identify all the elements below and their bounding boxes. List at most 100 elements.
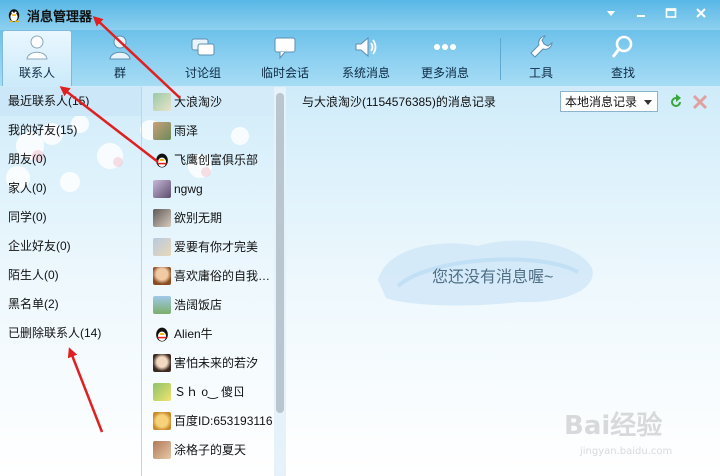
contact-item[interactable]: 害怕未来的若汐 [143,348,274,377]
category-item[interactable]: 企业好友(0) [0,232,141,261]
search-icon [611,35,633,58]
contact-item[interactable]: 涂格子的夏天 [143,435,274,464]
close-icon [696,8,706,18]
speaker-icon [355,36,377,58]
avatar [153,237,171,256]
avatar [153,411,171,430]
contact-name: 欲别无期 [174,211,223,225]
message-source-value: 本地消息记录 [565,95,638,109]
toolbar-divider [500,38,501,80]
chevron-down-icon [644,99,652,105]
minimize-button[interactable] [628,3,654,23]
maximize-button[interactable] [658,3,684,23]
contact-name: 喜欢庸俗的自我陶… [174,269,274,283]
temp-chat-icon [274,37,296,60]
category-item[interactable]: 同学(0) [0,203,141,232]
empty-messages-text: 您还没有消息喔~ [432,269,554,286]
delete-icon[interactable] [691,93,709,111]
contact-name: 飞鹰创富俱乐部 [174,153,259,167]
tab-temp-chat[interactable]: 临时会话 [252,30,318,86]
qq-penguin-icon [156,327,168,342]
contact-item[interactable]: 欲别无期 [143,203,274,232]
search-button[interactable]: 查找 [596,30,650,86]
contact-item[interactable]: Ｓｈ о‿ 傻ㄖ [143,377,274,406]
window-controls [598,3,714,23]
contact-name: 涂格子的夏天 [174,443,247,457]
minimize-icon [637,15,645,17]
dropdown-menu-button[interactable] [598,3,624,23]
message-manager-window: 消息管理器 联系人 群 讨论组 临时会话 系统消息 更多消息 工具 查找 最近联… [0,0,720,476]
contact-item[interactable]: 大浪淘沙 [143,87,274,116]
contact-name: Ｓｈ о‿ 傻ㄖ [174,385,245,399]
tab-more-messages[interactable]: 更多消息 [414,30,476,86]
contact-item[interactable]: 雨泽 [143,116,274,145]
avatar [153,353,171,372]
contact-item[interactable]: 爱要有你才完美 [143,232,274,261]
contacts-icon [26,35,48,60]
category-item[interactable]: 家人(0) [0,174,141,203]
title-group: 消息管理器 [6,6,92,24]
scrollbar-thumb[interactable] [276,93,284,413]
maximize-icon [665,8,677,18]
avatar [153,266,171,285]
contact-item[interactable]: 喜欢庸俗的自我陶… [143,261,274,290]
tab-more-messages-label: 更多消息 [420,66,469,80]
contact-item[interactable]: 浩阔饭店 [143,290,274,319]
contact-name: Alien牛 [174,327,213,341]
refresh-icon[interactable] [667,93,685,111]
contact-name: 爱要有你才完美 [174,240,259,254]
qq-penguin-icon [8,9,20,23]
title-bar: 消息管理器 [0,0,720,30]
contact-name: 大浪淘沙 [174,95,223,109]
contact-name: 雨泽 [174,124,199,138]
tab-group-label: 群 [113,66,126,80]
contact-item[interactable]: 百度ID:653193116 [143,406,274,435]
tab-contacts-label: 联系人 [18,66,55,80]
contact-item[interactable]: Alien牛 [143,319,274,348]
watermark-subtext: jingyan.baidu.com [579,446,672,457]
avatar [153,208,171,227]
category-item[interactable]: 我的好友(15) [0,116,141,145]
tab-group[interactable]: 群 [92,30,148,86]
tab-discussion-label: 讨论组 [184,66,221,80]
category-item[interactable]: 最近联系人(15) [0,87,141,116]
contact-name: ngwg [174,181,203,196]
category-item[interactable]: 陌生人(0) [0,261,141,290]
contact-name: 百度ID:653193116 [174,414,273,428]
discussion-icon [191,38,215,56]
avatar [153,382,171,401]
contact-category-list: 最近联系人(15) 我的好友(15) 朋友(0) 家人(0) 同学(0) 企业好… [0,87,142,476]
contact-item[interactable]: ngwg [143,174,274,203]
qq-penguin-icon [156,153,168,168]
message-record-header: 与大浪淘沙(1154576385)的消息记录 [302,95,496,109]
wrench-icon [530,35,553,58]
message-source-select[interactable]: 本地消息记录 [560,91,658,112]
more-icon [434,44,456,50]
window-title: 消息管理器 [27,8,93,24]
main-toolbar: 联系人 群 讨论组 临时会话 系统消息 更多消息 工具 查找 [0,30,720,86]
watermark-text: Bai经验 [564,410,662,441]
contact-item[interactable]: 飞鹰创富俱乐部 [143,145,274,174]
avatar [153,295,171,314]
category-item[interactable]: 黑名单(2) [0,290,141,319]
contact-name: 浩阔饭店 [174,298,223,312]
tools-label: 工具 [528,66,553,80]
triangle-down-icon [607,11,615,16]
category-item[interactable]: 已删除联系人(14) [0,319,141,348]
baidu-watermark-logo: Bai经验 jingyan.baidu.com [564,410,672,457]
tab-contacts[interactable]: 联系人 [2,30,72,86]
contact-list-scrollbar[interactable] [274,87,286,476]
avatar [153,92,171,111]
search-label: 查找 [610,66,635,80]
category-item[interactable]: 朋友(0) [0,145,141,174]
group-icon [109,35,131,60]
contact-list: 大浪淘沙 雨泽 飞鹰创富俱乐部 ngwg 欲别无期 爱要有你才完美 喜欢庸俗的自… [143,87,274,476]
tab-temp-chat-label: 临时会话 [260,66,309,80]
tab-system-messages-label: 系统消息 [341,66,390,80]
contact-name: 害怕未来的若汐 [174,356,259,370]
close-button[interactable] [688,3,714,23]
tab-system-messages[interactable]: 系统消息 [336,30,396,86]
avatar [153,121,171,140]
tab-discussion[interactable]: 讨论组 [175,30,231,86]
tools-button[interactable]: 工具 [514,30,568,86]
